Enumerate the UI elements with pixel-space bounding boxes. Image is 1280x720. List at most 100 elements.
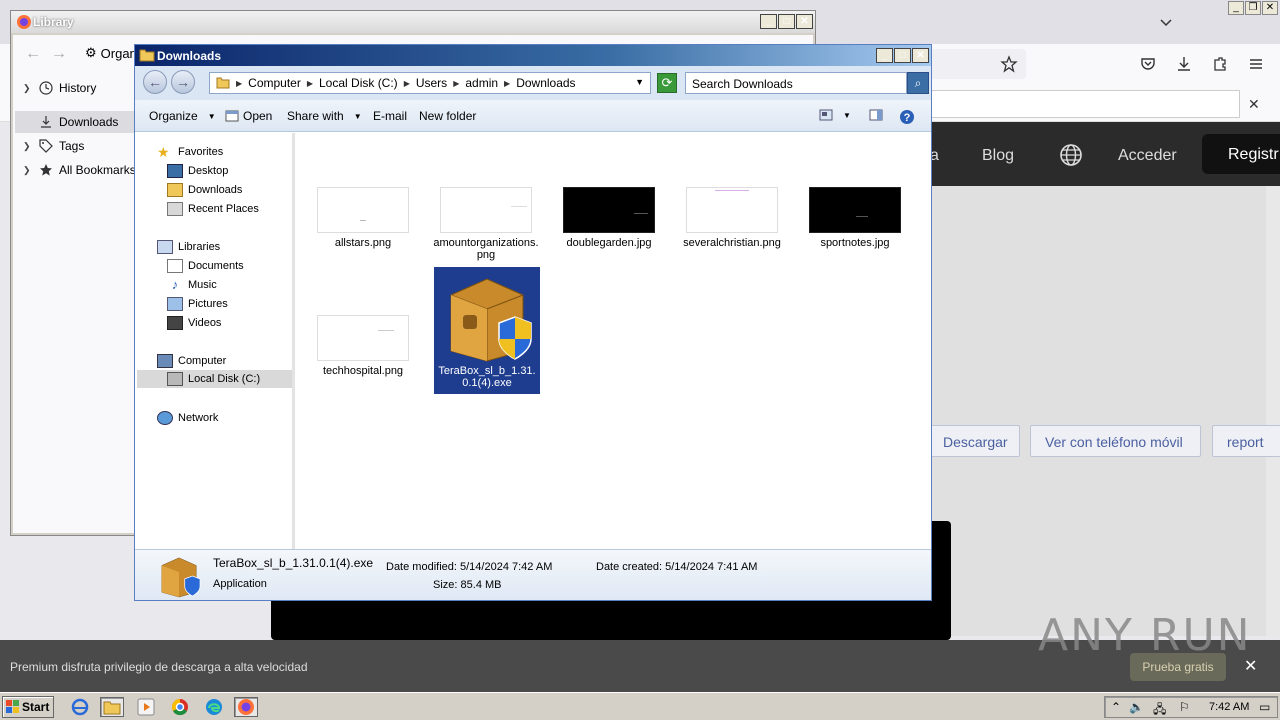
share-with-button[interactable]: Share with ▼	[287, 109, 362, 123]
help-button[interactable]: ?	[899, 109, 915, 125]
details-pane: TeraBox_sl_b_1.31.0.1(4).exe Application…	[135, 549, 931, 600]
file-item[interactable]: severalchristian.png	[679, 187, 785, 249]
address-bar[interactable]: ▶ Computer ▶ Local Disk (C:) ▶ Users ▶ a…	[209, 72, 651, 94]
music-icon: ♪	[171, 277, 179, 292]
refresh-button[interactable]: ⟳	[657, 73, 677, 93]
nav-pictures[interactable]: Pictures	[167, 297, 228, 311]
nav-local-disk[interactable]: Local Disk (C:)	[137, 370, 292, 388]
start-button[interactable]: Start	[2, 696, 54, 718]
search-input[interactable]: Search Downloads	[685, 72, 907, 94]
organize-menu[interactable]: ⚙ Organ	[85, 45, 137, 61]
report-button[interactable]: report	[1212, 425, 1280, 457]
library-item-all-bookmarks[interactable]: ❯ All Bookmarks	[23, 163, 136, 177]
close-icon[interactable]: ✕	[1248, 96, 1260, 113]
register-button[interactable]: Registr	[1202, 134, 1280, 174]
nav-computer[interactable]: Computer	[157, 354, 226, 368]
network-icon	[157, 411, 173, 425]
internet-explorer-icon[interactable]	[68, 697, 92, 717]
nav-downloads[interactable]: Downloads	[167, 183, 242, 197]
maximize-button[interactable]: □	[894, 48, 911, 63]
share-label: Share with	[287, 109, 344, 123]
breadcrumb-arrow-icon[interactable]: ▶	[453, 79, 459, 88]
tag-icon	[39, 139, 53, 153]
breadcrumb-users[interactable]: Users	[416, 76, 447, 90]
email-button[interactable]: E-mail	[373, 109, 407, 123]
bookmark-star-icon[interactable]	[1000, 55, 1018, 73]
file-item[interactable]: sportnotes.jpg	[802, 187, 908, 249]
forward-arrow-icon[interactable]: →	[51, 45, 67, 63]
globe-icon[interactable]	[1058, 142, 1084, 168]
search-icon[interactable]: ⌕	[907, 72, 929, 94]
back-arrow-icon[interactable]: ←	[25, 45, 41, 63]
breadcrumb-admin[interactable]: admin	[465, 76, 498, 90]
scrollbar[interactable]	[1266, 186, 1280, 636]
breadcrumb-arrow-icon[interactable]: ▶	[307, 79, 313, 88]
explorer-taskbar-icon[interactable]	[100, 697, 124, 717]
login-link[interactable]: Acceder	[1118, 147, 1177, 165]
nav-desktop[interactable]: Desktop	[167, 164, 228, 178]
dropdown-arrow-icon[interactable]: ▼	[635, 77, 644, 87]
view-options-button[interactable]: ▼	[819, 109, 851, 121]
nav-videos[interactable]: Videos	[167, 316, 221, 330]
maximize-button[interactable]: □	[778, 14, 795, 29]
menu-icon[interactable]	[1247, 55, 1265, 73]
back-button[interactable]: ←	[143, 70, 167, 94]
expand-arrow-icon[interactable]: ❯	[23, 165, 33, 176]
new-folder-button[interactable]: New folder	[419, 109, 476, 123]
nav-music[interactable]: ♪ Music	[167, 278, 217, 292]
clock[interactable]: 7:42 AM	[1209, 701, 1249, 713]
file-item[interactable]: techhospital.png	[310, 315, 416, 377]
chrome-icon[interactable]	[168, 697, 192, 717]
view-on-phone-button[interactable]: Ver con teléfono móvil	[1030, 425, 1201, 457]
flag-icon[interactable]: ⚐	[1179, 700, 1190, 714]
tray-expand-icon[interactable]: ⌃	[1111, 700, 1121, 714]
expand-arrow-icon[interactable]: ❯	[23, 141, 33, 152]
breadcrumb-downloads[interactable]: Downloads	[516, 76, 575, 90]
preview-pane-button[interactable]	[869, 109, 883, 121]
breadcrumb-arrow-icon[interactable]: ▶	[404, 79, 410, 88]
minimize-button[interactable]: _	[760, 14, 777, 29]
folder-icon	[139, 49, 155, 62]
restore-button[interactable]: ❐	[1245, 1, 1261, 15]
extensions-icon[interactable]	[1211, 55, 1229, 73]
minimize-button[interactable]: _	[876, 48, 893, 63]
volume-icon[interactable]: 🔈	[1129, 700, 1144, 714]
size-label: Size:	[433, 579, 458, 591]
view-icon	[819, 109, 833, 121]
expand-arrow-icon[interactable]: ❯	[23, 83, 33, 94]
network-icon[interactable]: 🖧	[1153, 700, 1166, 720]
nav-favorites[interactable]: ★ Favorites	[157, 145, 223, 159]
nav-documents[interactable]: Documents	[167, 259, 244, 273]
close-button[interactable]: ✕	[1262, 1, 1278, 15]
library-item-downloads[interactable]: Downloads	[15, 111, 135, 133]
file-item[interactable]: doublegarden.jpg	[556, 187, 662, 249]
nav-libraries[interactable]: Libraries	[157, 240, 220, 254]
nav-recent-places[interactable]: Recent Places	[167, 202, 259, 216]
site-header: a Blog Acceder Registr	[930, 122, 1280, 186]
breadcrumb-arrow-icon[interactable]: ▶	[236, 79, 242, 88]
close-button[interactable]: ✕	[912, 48, 929, 63]
nav-label: Computer	[178, 355, 227, 367]
organize-button[interactable]: Organize ▼	[149, 109, 216, 123]
show-desktop-icon[interactable]: ▭	[1259, 700, 1270, 714]
open-button[interactable]: Open	[225, 109, 272, 123]
breadcrumb-arrow-icon[interactable]: ▶	[504, 79, 510, 88]
firefox-icon[interactable]	[234, 697, 258, 717]
library-item-history[interactable]: ❯ History	[23, 81, 96, 95]
close-button[interactable]: ✕	[796, 14, 813, 29]
site-nav-blog[interactable]: Blog	[982, 147, 1014, 165]
downloads-icon[interactable]	[1175, 55, 1193, 73]
breadcrumb-computer[interactable]: Computer	[248, 76, 301, 90]
nav-network[interactable]: Network	[157, 411, 218, 425]
chevron-down-icon[interactable]	[1158, 14, 1174, 30]
file-item[interactable]: amountorganizations.png	[433, 187, 539, 261]
media-player-icon[interactable]	[134, 697, 158, 717]
breadcrumb-local-disk[interactable]: Local Disk (C:)	[319, 76, 398, 90]
file-item-selected[interactable]: TeraBox_sl_b_1.31.0.1(4).exe	[434, 267, 540, 394]
edge-icon[interactable]	[202, 697, 226, 717]
file-item[interactable]: allstars.png	[310, 187, 416, 249]
forward-button[interactable]: →	[171, 70, 195, 94]
library-item-tags[interactable]: ❯ Tags	[23, 139, 84, 153]
pocket-icon[interactable]	[1139, 55, 1157, 73]
minimize-button[interactable]: _	[1228, 1, 1244, 15]
